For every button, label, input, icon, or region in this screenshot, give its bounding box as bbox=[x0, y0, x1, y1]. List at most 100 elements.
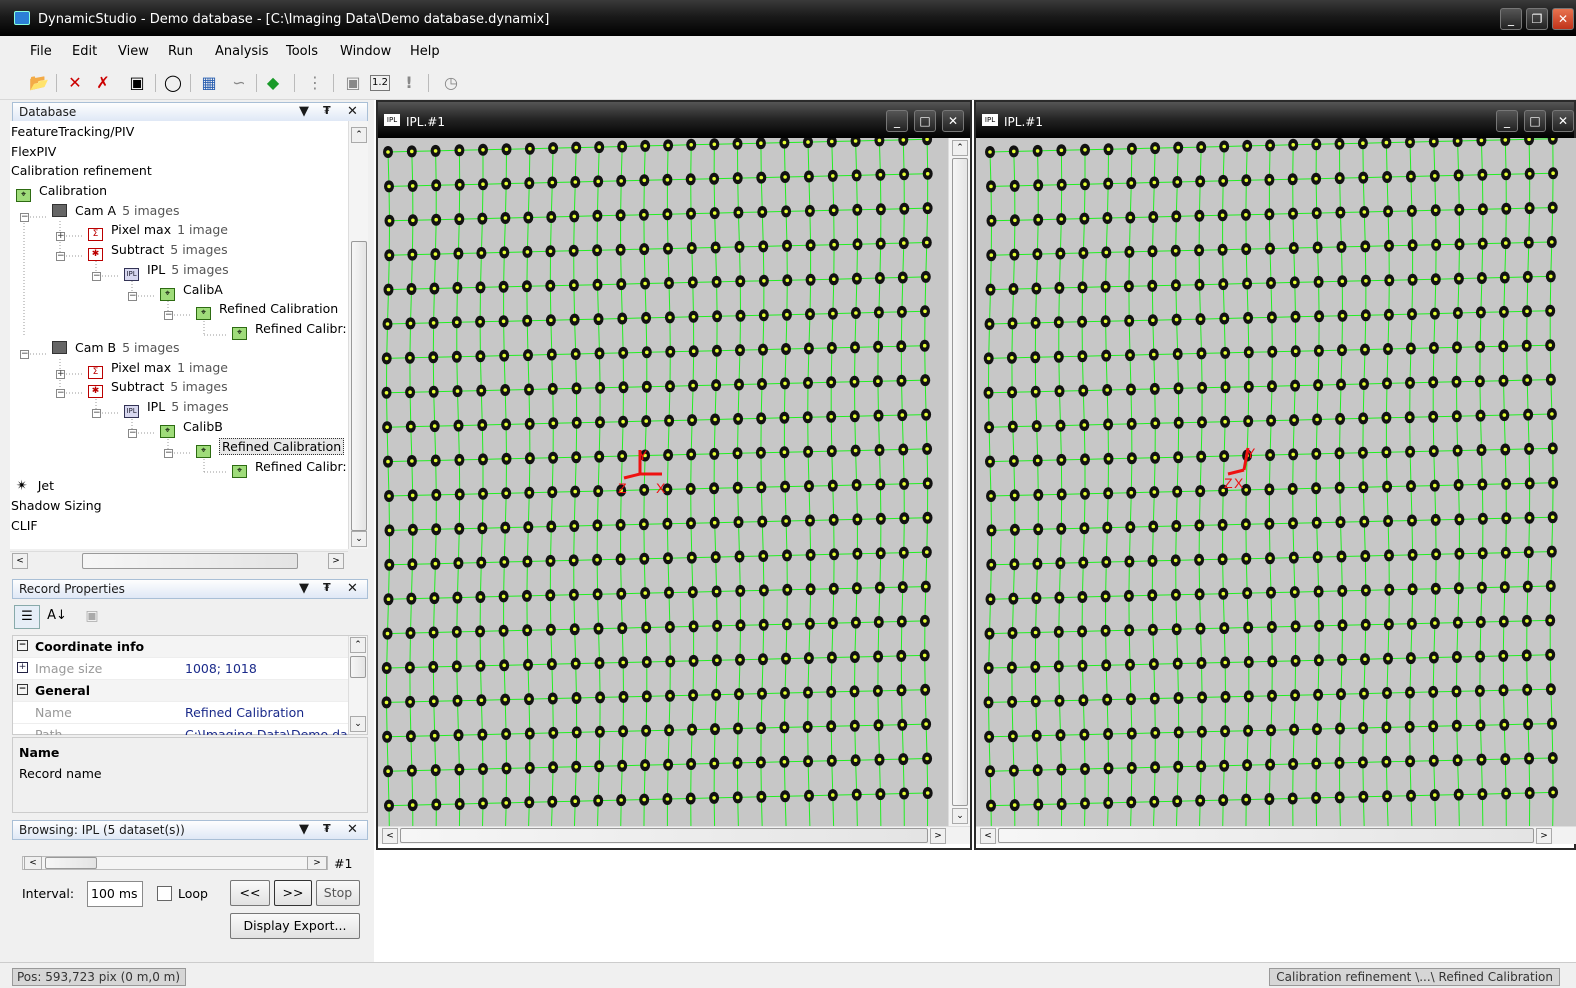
display-export-button[interactable]: Display Export... bbox=[230, 913, 360, 939]
scroll-up-icon[interactable]: ⌃ bbox=[350, 637, 366, 653]
tree-item-clif[interactable]: CLIF bbox=[11, 518, 38, 533]
collapse-ipl-b-icon[interactable]: − bbox=[92, 409, 101, 418]
scroll-left-icon[interactable]: < bbox=[12, 553, 28, 569]
scale-icon[interactable]: 1.2 bbox=[370, 75, 390, 91]
scroll-down-icon[interactable]: ⌄ bbox=[351, 531, 367, 547]
sort-alpha-icon[interactable]: A↓ bbox=[44, 605, 70, 629]
property-pages-icon[interactable]: ▣ bbox=[80, 605, 104, 629]
collapse-subtract-icon[interactable]: − bbox=[56, 252, 65, 261]
tree-item-flexpiv[interactable]: FlexPIV bbox=[11, 144, 56, 159]
scroll-thumb[interactable] bbox=[952, 158, 968, 806]
tree-item-subtract-b[interactable]: ✱ Subtract 5 images bbox=[88, 379, 228, 398]
calibration-image-1[interactable]: Y Z X bbox=[378, 138, 948, 826]
tree-item-jet[interactable]: ✴ Jet bbox=[16, 478, 54, 494]
menu-file[interactable]: File bbox=[30, 44, 52, 59]
close-button[interactable]: ✕ bbox=[942, 110, 964, 132]
scroll-right-icon[interactable]: > bbox=[328, 553, 344, 569]
prop-category-coordinate[interactable]: − Coordinate info bbox=[13, 636, 348, 658]
tree-item-refined-calibration-a[interactable]: ⌖ Refined Calibration bbox=[196, 301, 338, 320]
scroll-thumb[interactable] bbox=[350, 656, 366, 678]
close-button[interactable]: ✕ bbox=[1552, 110, 1574, 132]
image-window-2[interactable]: IPL IPL.#1 _ □ ✕ Y Z X < > bbox=[974, 100, 1576, 850]
props-scrollbar[interactable]: ⌃ ⌄ bbox=[348, 636, 367, 734]
tree-item-cam-a[interactable]: Cam A5 images bbox=[52, 203, 179, 218]
close-button[interactable]: ✕ bbox=[1552, 8, 1574, 30]
delete-icon[interactable]: ✕ bbox=[64, 72, 86, 94]
prop-row-path[interactable]: Path C:\Imaging Data\Demo da bbox=[13, 724, 348, 736]
pin-icon[interactable]: ₮ bbox=[323, 581, 331, 594]
timer-icon[interactable]: ◷ bbox=[440, 72, 462, 94]
tree-item-subtract-a[interactable]: ✱ Subtract 5 images bbox=[88, 242, 228, 261]
expand-icon[interactable]: + bbox=[17, 662, 28, 673]
scroll-right-icon[interactable]: > bbox=[1536, 828, 1552, 844]
minimize-button[interactable]: _ bbox=[1500, 8, 1522, 30]
browsing-panel-header[interactable]: Browsing: IPL (5 dataset(s)) ▼ ₮ ✕ bbox=[12, 820, 368, 840]
panel-close-icon[interactable]: ✕ bbox=[347, 581, 358, 596]
tree-item-ipl-b[interactable]: IPL IPL 5 images bbox=[124, 399, 229, 418]
collapse-calibb-icon[interactable]: − bbox=[128, 429, 137, 438]
scroll-up-icon[interactable]: ⌃ bbox=[952, 140, 968, 156]
tree-item-pixel-max-b[interactable]: Σ Pixel max 1 image bbox=[88, 360, 228, 379]
menu-window[interactable]: Window bbox=[340, 44, 391, 59]
properties-icon[interactable]: ▣ bbox=[126, 72, 148, 94]
prop-row-image-size[interactable]: + Image size 1008; 1018 bbox=[13, 658, 348, 680]
tree-item-calibration-refinement[interactable]: Calibration refinement bbox=[11, 163, 152, 178]
scroll-thumb[interactable] bbox=[351, 241, 367, 531]
slider-left-icon[interactable]: < bbox=[24, 856, 42, 870]
panel-menu-icon[interactable]: ▼ bbox=[299, 822, 309, 837]
tree-item-calibration[interactable]: ⌖ Calibration bbox=[16, 183, 107, 202]
menu-tools[interactable]: Tools bbox=[286, 44, 318, 59]
scroll-down-icon[interactable]: ⌄ bbox=[350, 716, 366, 732]
image-window-2-titlebar[interactable]: IPL IPL.#1 _ □ ✕ bbox=[976, 102, 1574, 138]
tree-item-caliba[interactable]: ⌖ CalibA bbox=[160, 282, 223, 301]
database-icon[interactable]: ◯ bbox=[162, 72, 184, 94]
open-folder-icon[interactable]: 📂 bbox=[28, 72, 50, 94]
acquire-icon[interactable]: ▣ bbox=[342, 72, 364, 94]
tree-vertical-scrollbar[interactable]: ⌃ ⌄ bbox=[348, 121, 368, 549]
record-properties-header[interactable]: Record Properties ▼ ₮ ✕ bbox=[12, 579, 368, 599]
menu-view[interactable]: View bbox=[118, 44, 149, 59]
minimize-button[interactable]: _ bbox=[1496, 110, 1518, 132]
hscroll-thumb[interactable] bbox=[82, 553, 298, 569]
restore-button[interactable]: ❐ bbox=[1526, 8, 1548, 30]
app-icon[interactable] bbox=[14, 11, 30, 25]
pin-icon[interactable]: ₮ bbox=[323, 822, 331, 835]
image-window-1-titlebar[interactable]: IPL IPL.#1 _ □ ✕ bbox=[378, 102, 970, 138]
tree-item-calibb[interactable]: ⌖ CalibB bbox=[160, 419, 223, 438]
collapse-icon[interactable]: − bbox=[17, 640, 28, 651]
panel-close-icon[interactable]: ✕ bbox=[347, 104, 358, 119]
run-diamond-icon[interactable]: ◆ bbox=[262, 72, 284, 94]
property-grid[interactable]: − Coordinate info + Image size 1008; 101… bbox=[12, 635, 368, 736]
panel-menu-icon[interactable]: ▼ bbox=[299, 581, 309, 596]
collapse-ipl-icon[interactable]: − bbox=[92, 272, 101, 281]
scroll-down-icon[interactable]: ⌄ bbox=[952, 808, 968, 824]
dataset-slider[interactable]: < > bbox=[22, 856, 328, 870]
expand-pixel-max-b-icon[interactable]: + bbox=[56, 370, 65, 379]
collapse-cam-b-icon[interactable]: − bbox=[20, 350, 29, 359]
maximize-button[interactable]: □ bbox=[1524, 110, 1546, 132]
slider-thumb[interactable] bbox=[45, 857, 97, 869]
collapse-subtract-b-icon[interactable]: − bbox=[56, 389, 65, 398]
image-window-1[interactable]: IPL IPL.#1 _ □ ✕ Y Z X ⌃ ⌄ < > bbox=[376, 100, 972, 850]
hscroll-thumb[interactable] bbox=[400, 828, 928, 843]
scroll-right-icon[interactable]: > bbox=[930, 828, 946, 844]
collapse-refined-a-icon[interactable]: − bbox=[164, 311, 173, 320]
panel-menu-icon[interactable]: ▼ bbox=[299, 104, 309, 119]
chart-icon[interactable]: ∽ bbox=[228, 72, 250, 94]
collapse-refined-b-icon[interactable]: − bbox=[164, 449, 173, 458]
minimize-button[interactable]: _ bbox=[886, 110, 908, 132]
collapse-cam-a-icon[interactable]: − bbox=[20, 213, 29, 222]
loop-checkbox[interactable] bbox=[157, 886, 172, 901]
pin-icon[interactable]: ₮ bbox=[323, 104, 331, 117]
scroll-left-icon[interactable]: < bbox=[980, 828, 996, 844]
calibration-image-2[interactable]: Y Z X bbox=[976, 138, 1576, 826]
tree-horizontal-scrollbar[interactable]: < > bbox=[10, 551, 348, 569]
image-1-vertical-scrollbar[interactable]: ⌃ ⌄ bbox=[948, 138, 970, 826]
menu-analysis[interactable]: Analysis bbox=[215, 44, 269, 59]
image-2-horizontal-scrollbar[interactable]: < > bbox=[976, 826, 1576, 844]
table-icon[interactable]: ▦ bbox=[198, 72, 220, 94]
next-button[interactable]: >> bbox=[274, 880, 312, 906]
interval-input[interactable]: 100 ms bbox=[87, 881, 143, 907]
tree-item-cam-b[interactable]: Cam B5 images bbox=[52, 340, 180, 355]
tree-item-refined-calibration-b[interactable]: ⌖ Refined Calibration bbox=[196, 438, 345, 458]
